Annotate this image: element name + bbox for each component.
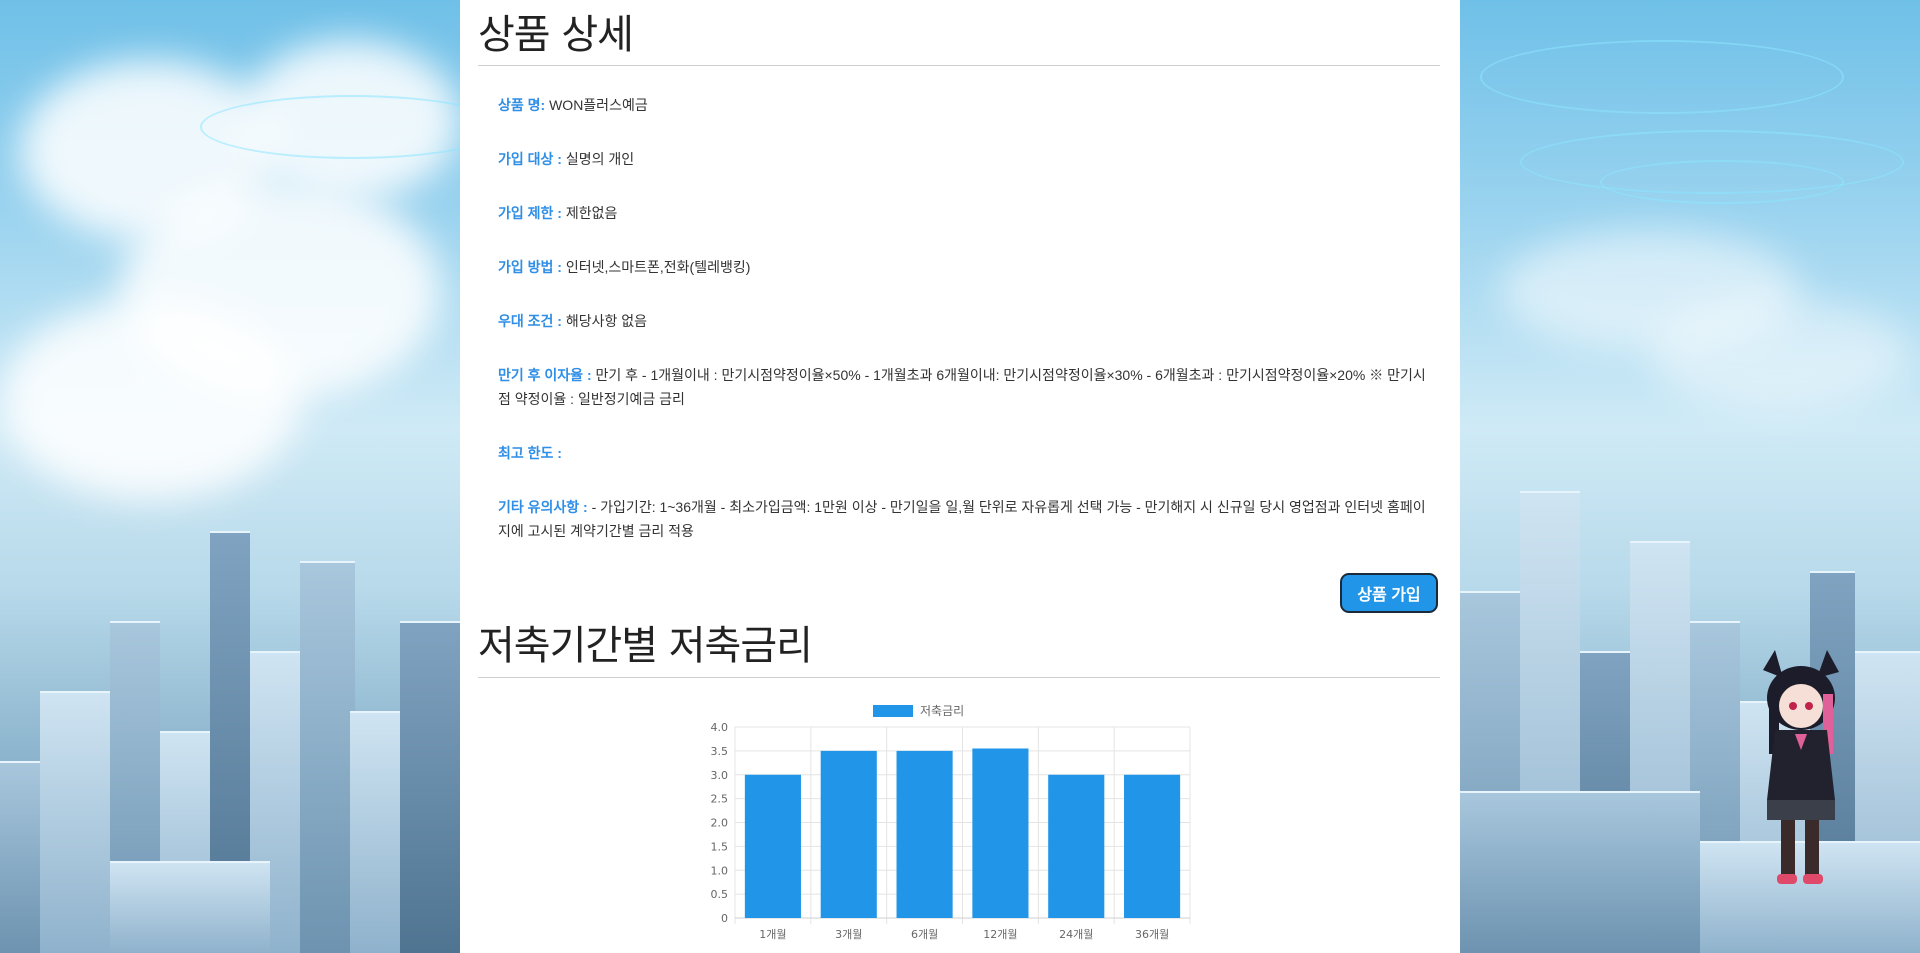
chart-bar bbox=[1048, 774, 1105, 918]
detail-row-target: 가입 대상 : 실명의 개인 bbox=[498, 147, 1438, 171]
y-tick-label: 0.5 bbox=[711, 888, 729, 901]
x-tick-label: 12개월 bbox=[983, 928, 1017, 941]
detail-row-post-maturity-rate: 만기 후 이자율 : 만기 후 - 1개월이내 : 만기시점약정이율×50% -… bbox=[498, 363, 1438, 411]
detail-value: 인터넷,스마트폰,전화(텔레뱅킹) bbox=[561, 259, 751, 275]
detail-value: 실명의 개인 bbox=[561, 151, 635, 167]
detail-label: 우대 조건 : bbox=[498, 313, 562, 329]
detail-label: 만기 후 이자율 : bbox=[498, 367, 592, 383]
x-tick-label: 6개월 bbox=[911, 928, 938, 941]
detail-value: 만기 후 - 1개월이내 : 만기시점약정이율×50% - 1개월초과 6개월이… bbox=[498, 367, 1426, 407]
detail-row-method: 가입 방법 : 인터넷,스마트폰,전화(텔레뱅킹) bbox=[498, 255, 1438, 279]
chart-bar bbox=[972, 748, 1029, 918]
chart-bar bbox=[896, 750, 953, 918]
chart-canvas: 저축금리 0 0.5 1.0 1.5 2.0 2.5 3.0 3.5 4.0 1개월 3개월 6개월 12… bbox=[711, 704, 1191, 941]
chart-bar bbox=[820, 750, 877, 918]
y-tick-label: 1.0 bbox=[711, 864, 729, 877]
detail-value: - 가입기간: 1~36개월 - 최소가입금액: 1만원 이상 - 만기일을 일… bbox=[498, 499, 1426, 539]
x-tick-label: 24개월 bbox=[1059, 928, 1093, 941]
detail-label: 가입 대상 : bbox=[498, 151, 562, 167]
chart-bar bbox=[1124, 774, 1181, 918]
detail-row-restriction: 가입 제한 : 제한없음 bbox=[498, 201, 1438, 225]
detail-row-max-limit: 최고 한도 : bbox=[498, 441, 1438, 465]
y-tick-label: 2.5 bbox=[711, 793, 729, 806]
cat-girl-mascot-icon[interactable] bbox=[1745, 650, 1855, 890]
y-tick-label: 3.0 bbox=[711, 769, 729, 782]
y-tick-label: 2.0 bbox=[711, 817, 729, 830]
detail-label: 가입 방법 : bbox=[498, 259, 562, 275]
detail-value: 제한없음 bbox=[561, 205, 618, 221]
detail-label: 상품 명: bbox=[498, 97, 546, 113]
x-tick-label: 1개월 bbox=[759, 928, 786, 941]
detail-label: 기타 유의사항 : bbox=[498, 499, 588, 515]
detail-value: 해당사항 없음 bbox=[561, 313, 648, 329]
y-tick-label: 4.0 bbox=[711, 721, 729, 734]
join-product-button[interactable]: 상품 가입 bbox=[1340, 573, 1438, 613]
y-tick-label: 3.5 bbox=[711, 745, 729, 758]
rates-title: 저축기간별 저축금리 bbox=[478, 623, 813, 669]
rates-divider bbox=[478, 677, 1440, 678]
detail-label: 최고 한도 : bbox=[498, 445, 562, 461]
chart-bar bbox=[744, 774, 801, 918]
x-tick-label: 3개월 bbox=[835, 928, 862, 941]
interest-rate-chart: 저축금리 0 0.5 1.0 1.5 2.0 2.5 3.0 3.5 4.0 1개월 3개월 6개월 12… bbox=[680, 696, 1200, 953]
page-title: 상품 상세 bbox=[478, 12, 634, 58]
y-tick-label: 1.5 bbox=[711, 840, 729, 853]
detail-row-product-name: 상품 명: WON플러스예금 bbox=[498, 93, 1438, 117]
y-tick-label: 0 bbox=[721, 912, 728, 925]
legend-label: 저축금리 bbox=[920, 704, 964, 718]
legend-swatch bbox=[873, 705, 913, 717]
title-divider bbox=[478, 65, 1440, 66]
x-tick-label: 36개월 bbox=[1135, 928, 1169, 941]
detail-label: 가입 제한 : bbox=[498, 205, 562, 221]
detail-value: WON플러스예금 bbox=[545, 97, 648, 113]
content-panel: 상품 상세 상품 명: WON플러스예금 가입 대상 : 실명의 개인 가입 제… bbox=[460, 0, 1460, 953]
detail-row-preferential: 우대 조건 : 해당사항 없음 bbox=[498, 309, 1438, 333]
detail-row-other-notes: 기타 유의사항 : - 가입기간: 1~36개월 - 최소가입금액: 1만원 이… bbox=[498, 495, 1438, 543]
